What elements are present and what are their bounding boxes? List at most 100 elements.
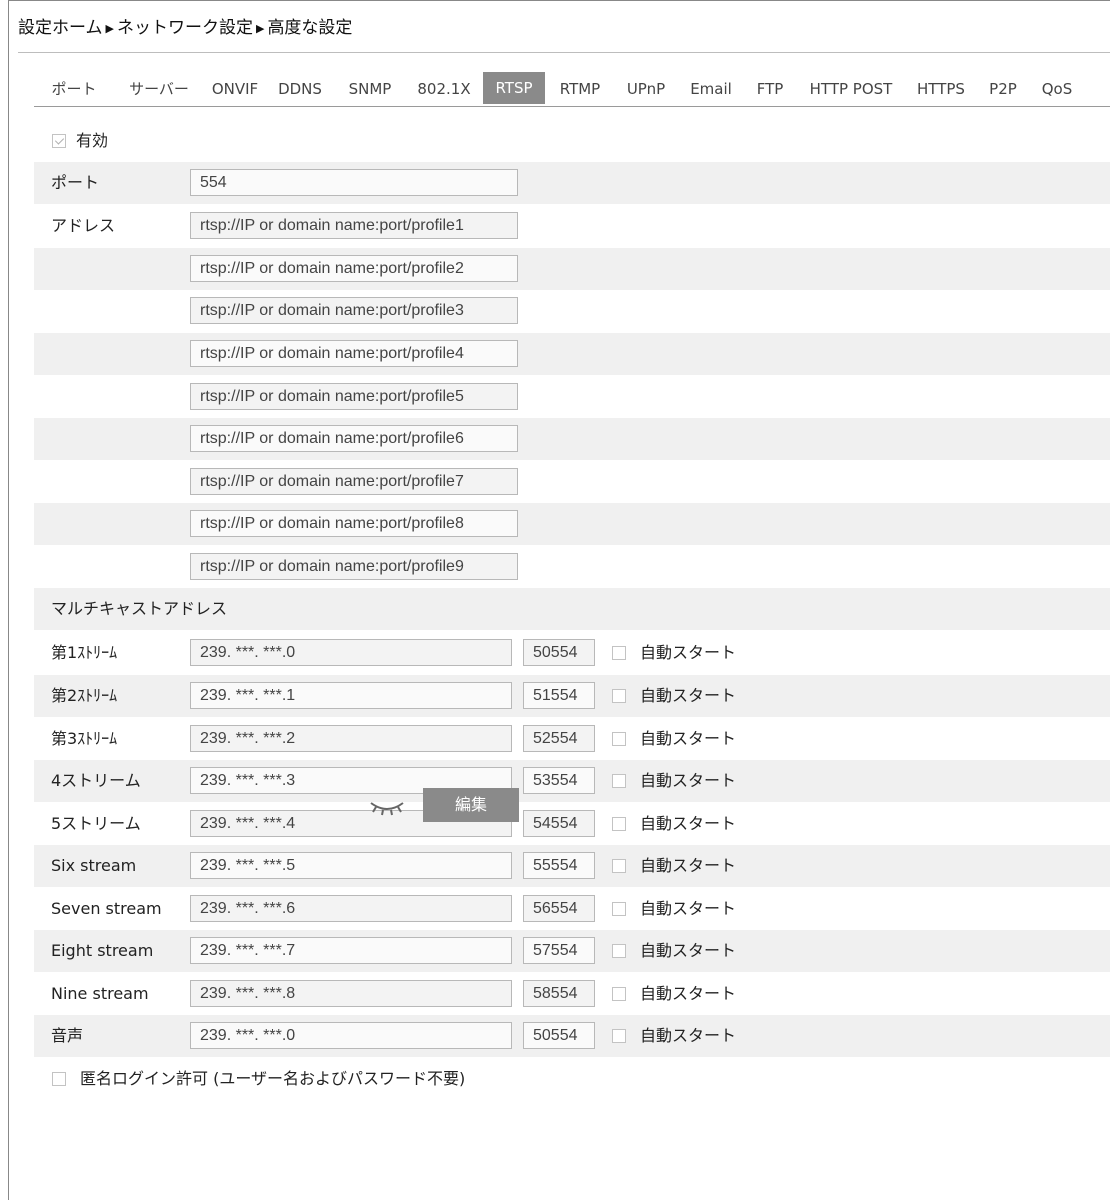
stream-label: 第1ｽﾄﾘｰﾑ	[51, 643, 118, 662]
auto-start-checkbox[interactable]	[612, 987, 626, 1001]
multicast-ip-input[interactable]: 239. ***. ***.1	[190, 682, 512, 709]
multicast-ip-input[interactable]: 239. ***. ***.2	[190, 725, 512, 752]
rtsp-address-field[interactable]: rtsp://IP or domain name:port/profile5	[190, 383, 518, 410]
auto-start-checkbox[interactable]	[612, 859, 626, 873]
tab-onvif[interactable]: ONVIF	[204, 74, 266, 104]
multicast-port-input[interactable]: 50554	[523, 1022, 595, 1049]
auto-start-checkbox[interactable]	[612, 774, 626, 788]
multicast-ip-input[interactable]: 239. ***. ***.7	[190, 937, 512, 964]
stream-label: Seven stream	[51, 899, 162, 918]
rtsp-address-field[interactable]: rtsp://IP or domain name:port/profile9	[190, 553, 518, 580]
stream-row: 第2ｽﾄﾘｰﾑ 239. ***. ***.1 51554 自動スタート	[34, 675, 1110, 717]
auto-start-label: 自動スタート	[640, 771, 737, 790]
tab-divider	[34, 106, 1110, 107]
auto-start-label: 自動スタート	[640, 1026, 737, 1045]
eye-closed-icon[interactable]	[367, 794, 407, 818]
auto-start-label: 自動スタート	[640, 729, 737, 748]
stream-label: 音声	[51, 1026, 84, 1045]
auto-start-checkbox[interactable]	[612, 944, 626, 958]
stream-row: 第3ｽﾄﾘｰﾑ 239. ***. ***.2 52554 自動スタート	[34, 718, 1110, 760]
breadcrumb-advanced: 高度な設定	[267, 18, 353, 38]
address-row: rtsp://IP or domain name:port/profile9	[34, 546, 1110, 588]
tab-https[interactable]: HTTPS	[905, 74, 977, 104]
tab-server[interactable]: サーバー	[114, 74, 204, 104]
address-row: rtsp://IP or domain name:port/profile2	[34, 248, 1110, 290]
multicast-ip-input[interactable]: 239. ***. ***.5	[190, 852, 512, 879]
stream-row: Seven stream 239. ***. ***.6 56554 自動スター…	[34, 888, 1110, 930]
address-row: rtsp://IP or domain name:port/profile5	[34, 376, 1110, 418]
multicast-ip-input[interactable]: 239. ***. ***.6	[190, 895, 512, 922]
tab-ddns[interactable]: DDNS	[266, 74, 334, 104]
tab-qos[interactable]: QoS	[1029, 74, 1085, 104]
auto-start-label: 自動スタート	[640, 899, 737, 918]
multicast-port-input[interactable]: 50554	[523, 639, 595, 666]
tab-rtmp[interactable]: RTMP	[547, 74, 613, 104]
multicast-port-input[interactable]: 51554	[523, 682, 595, 709]
stream-row: Eight stream 239. ***. ***.7 57554 自動スター…	[34, 930, 1110, 972]
rtsp-address-field[interactable]: rtsp://IP or domain name:port/profile8	[190, 510, 518, 537]
auto-start-checkbox[interactable]	[612, 732, 626, 746]
rtsp-address-field[interactable]: rtsp://IP or domain name:port/profile3	[190, 297, 518, 324]
rtsp-address-field[interactable]: rtsp://IP or domain name:port/profile1	[190, 212, 518, 239]
tab-http-post[interactable]: HTTP POST	[797, 74, 905, 104]
tab-snmp[interactable]: SNMP	[334, 74, 406, 104]
breadcrumb-home[interactable]: 設定ホーム	[18, 18, 103, 38]
auto-start-checkbox[interactable]	[612, 646, 626, 660]
port-input[interactable]: 554	[190, 169, 518, 196]
multicast-ip-input[interactable]: 239. ***. ***.0	[190, 1022, 512, 1049]
stream-row: 音声 239. ***. ***.0 50554 自動スタート	[34, 1015, 1110, 1057]
stream-label: 第2ｽﾄﾘｰﾑ	[51, 686, 118, 705]
breadcrumb-separator: ▶	[105, 22, 114, 35]
anonymous-login-label: 匿名ログイン許可 (ユーザー名およびパスワード不要)	[80, 1069, 466, 1088]
auto-start-checkbox[interactable]	[612, 1029, 626, 1043]
multicast-port-input[interactable]: 53554	[523, 767, 595, 794]
tab-8021x[interactable]: 802.1X	[406, 74, 482, 104]
auto-start-label: 自動スタート	[640, 941, 737, 960]
edit-button[interactable]: 編集	[423, 788, 519, 822]
stream-row: 第1ｽﾄﾘｰﾑ 239. ***. ***.0 50554 自動スタート	[34, 632, 1110, 674]
auto-start-checkbox[interactable]	[612, 817, 626, 831]
stream-row: Six stream 239. ***. ***.5 55554 自動スタート	[34, 845, 1110, 887]
breadcrumb-separator: ▶	[255, 22, 265, 35]
auto-start-checkbox[interactable]	[612, 689, 626, 703]
multicast-title: マルチキャストアドレス	[51, 599, 228, 618]
multicast-title-row: マルチキャストアドレス	[34, 588, 1110, 630]
rtsp-address-field[interactable]: rtsp://IP or domain name:port/profile2	[190, 255, 518, 282]
stream-label: Nine stream	[51, 984, 149, 1003]
multicast-port-input[interactable]: 56554	[523, 895, 595, 922]
tab-rtsp[interactable]: RTSP	[483, 72, 545, 104]
tab-upnp[interactable]: UPnP	[613, 74, 679, 104]
stream-label: Eight stream	[51, 941, 154, 960]
header-divider	[18, 52, 1110, 53]
multicast-port-input[interactable]: 54554	[523, 810, 595, 837]
anonymous-login-checkbox[interactable]	[52, 1072, 66, 1086]
multicast-port-input[interactable]: 52554	[523, 725, 595, 752]
stream-label: 4ストリーム	[51, 771, 141, 790]
tab-email[interactable]: Email	[679, 74, 743, 104]
address-label: アドレス	[51, 216, 116, 235]
rtsp-address-field[interactable]: rtsp://IP or domain name:port/profile4	[190, 340, 518, 367]
rtsp-address-field[interactable]: rtsp://IP or domain name:port/profile7	[190, 468, 518, 495]
enable-row: 有効	[34, 120, 1110, 162]
port-row: ポート 554	[34, 162, 1110, 204]
tab-bar: ポート サーバー ONVIF DDNS SNMP 802.1X RTSP RTM…	[34, 70, 1110, 106]
auto-start-label: 自動スタート	[640, 856, 737, 875]
auto-start-checkbox[interactable]	[612, 902, 626, 916]
enable-checkbox[interactable]	[52, 134, 66, 148]
multicast-port-input[interactable]: 57554	[523, 937, 595, 964]
multicast-port-input[interactable]: 55554	[523, 852, 595, 879]
tab-port[interactable]: ポート	[34, 74, 114, 104]
multicast-port-input[interactable]: 58554	[523, 980, 595, 1007]
address-row: rtsp://IP or domain name:port/profile3	[34, 290, 1110, 332]
address-row: rtsp://IP or domain name:port/profile4	[34, 333, 1110, 375]
tab-ftp[interactable]: FTP	[743, 74, 797, 104]
stream-label: Six stream	[51, 856, 137, 875]
breadcrumb-network[interactable]: ネットワーク設定	[117, 18, 253, 38]
multicast-ip-input[interactable]: 239. ***. ***.8	[190, 980, 512, 1007]
tab-p2p[interactable]: P2P	[977, 74, 1029, 104]
rtsp-address-field[interactable]: rtsp://IP or domain name:port/profile6	[190, 425, 518, 452]
stream-label: 5ストリーム	[51, 814, 141, 833]
address-row: rtsp://IP or domain name:port/profile7	[34, 461, 1110, 503]
breadcrumb: 設定ホーム ▶ ネットワーク設定 ▶ 高度な設定	[18, 14, 352, 42]
multicast-ip-input[interactable]: 239. ***. ***.0	[190, 639, 512, 666]
